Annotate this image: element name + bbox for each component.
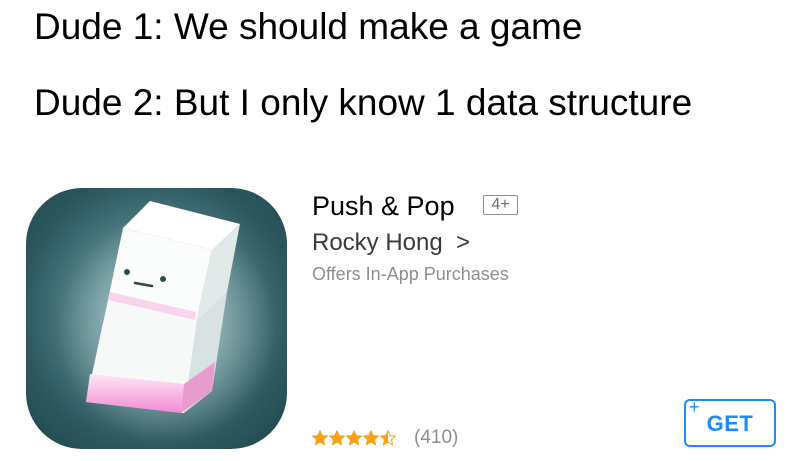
star-full-icon [312,430,328,446]
star-half-icon [380,430,396,446]
developer-link[interactable]: Rocky Hong [312,228,443,258]
stacked-blocks-icon [56,201,276,443]
star-full-icon [329,430,345,446]
chevron-right-icon[interactable]: > [456,229,470,257]
star-rating [312,428,396,448]
in-app-purchases-note: Offers In-App Purchases [312,264,509,284]
get-button-label: GET [706,411,754,436]
app-name: Push & Pop [312,191,455,221]
app-icon[interactable] [26,188,287,449]
caption-line-1: Dude 1: We should make a game [34,6,583,47]
get-button[interactable]: + GET [684,397,776,447]
star-full-icon [363,430,379,446]
rating-count: (410) [414,427,459,448]
age-rating-badge: 4+ [483,195,518,215]
caption-line-2: Dude 2: But I only know 1 data structure [34,82,693,123]
star-full-icon [346,430,362,446]
